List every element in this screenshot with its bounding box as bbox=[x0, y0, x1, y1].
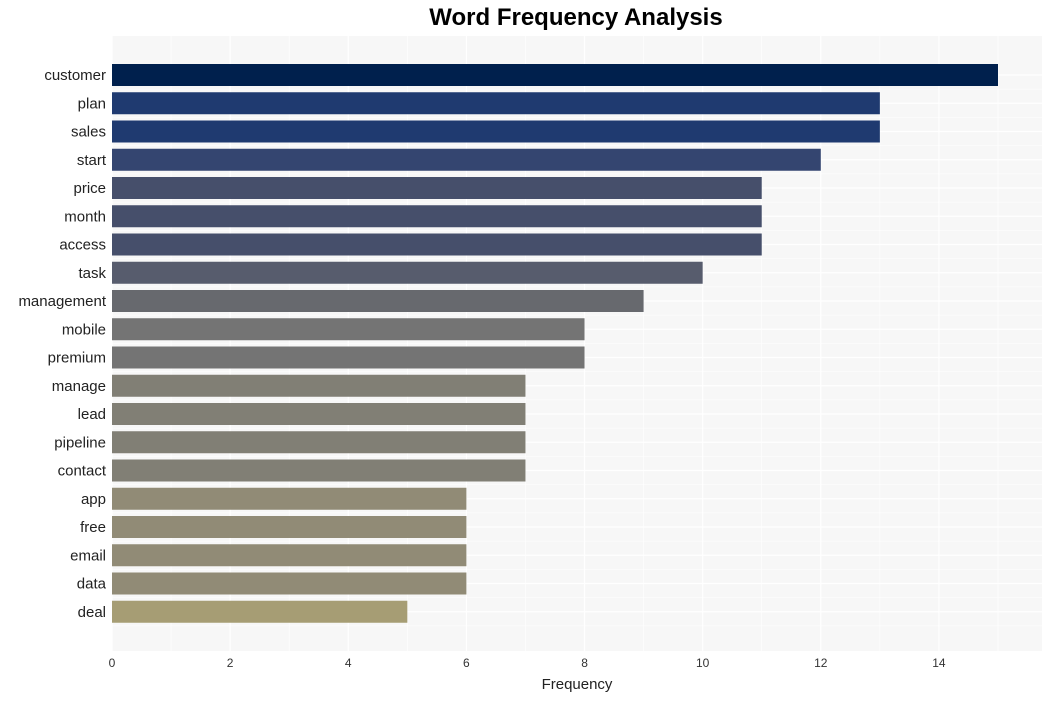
bar-price bbox=[112, 177, 762, 199]
category-label-app: app bbox=[81, 491, 106, 508]
bar-contact bbox=[112, 459, 526, 482]
bar-premium bbox=[112, 346, 585, 369]
bar-access bbox=[112, 233, 762, 256]
category-label-management: management bbox=[18, 293, 106, 310]
bar-data bbox=[112, 572, 467, 595]
category-label-data: data bbox=[77, 576, 107, 593]
category-label-lead: lead bbox=[78, 406, 106, 423]
category-label-mobile: mobile bbox=[62, 321, 106, 338]
category-label-deal: deal bbox=[78, 604, 106, 621]
x-tick-label: 4 bbox=[345, 656, 352, 670]
x-tick-label: 2 bbox=[227, 656, 234, 670]
bar-mobile bbox=[112, 318, 585, 341]
category-label-free: free bbox=[80, 519, 106, 536]
category-label-email: email bbox=[70, 547, 106, 564]
bar-app bbox=[112, 487, 467, 510]
category-label-customer: customer bbox=[44, 67, 106, 84]
category-labels: customer plan sales start price month access ta… bbox=[18, 67, 106, 621]
category-label-month: month bbox=[64, 208, 106, 225]
x-tick-label: 12 bbox=[814, 656, 828, 670]
category-label-premium: premium bbox=[48, 350, 106, 367]
category-label-plan: plan bbox=[78, 95, 106, 112]
bar-email bbox=[112, 544, 467, 567]
category-label-manage: manage bbox=[52, 378, 106, 395]
x-tick-label: 10 bbox=[696, 656, 710, 670]
bar-free bbox=[112, 516, 467, 538]
bar-sales bbox=[112, 120, 880, 143]
bar-management bbox=[112, 290, 644, 312]
category-label-access: access bbox=[59, 237, 106, 254]
bar-deal bbox=[112, 600, 408, 623]
category-label-task: task bbox=[78, 265, 106, 282]
x-tick-label: 14 bbox=[932, 656, 946, 670]
category-label-contact: contact bbox=[58, 463, 107, 480]
x-axis-title: Frequency bbox=[542, 676, 613, 693]
bar-customer bbox=[112, 64, 998, 86]
bar-start bbox=[112, 148, 821, 171]
category-label-start: start bbox=[77, 152, 107, 169]
x-tick-label: 8 bbox=[581, 656, 588, 670]
category-label-sales: sales bbox=[71, 124, 106, 141]
bar-pipeline bbox=[112, 431, 526, 454]
x-tick-labels: 0 2 4 6 8 10 12 14 bbox=[109, 656, 946, 670]
bar-plan bbox=[112, 92, 880, 115]
bar-month bbox=[112, 205, 762, 228]
bar-chart: customer plan sales start price month access ta… bbox=[18, 36, 1042, 693]
category-label-price: price bbox=[73, 180, 106, 197]
x-tick-label: 0 bbox=[109, 656, 116, 670]
bar-manage bbox=[112, 374, 526, 397]
category-label-pipeline: pipeline bbox=[54, 434, 106, 451]
x-tick-label: 6 bbox=[463, 656, 470, 670]
bar-task bbox=[112, 261, 703, 284]
bar-lead bbox=[112, 403, 526, 425]
